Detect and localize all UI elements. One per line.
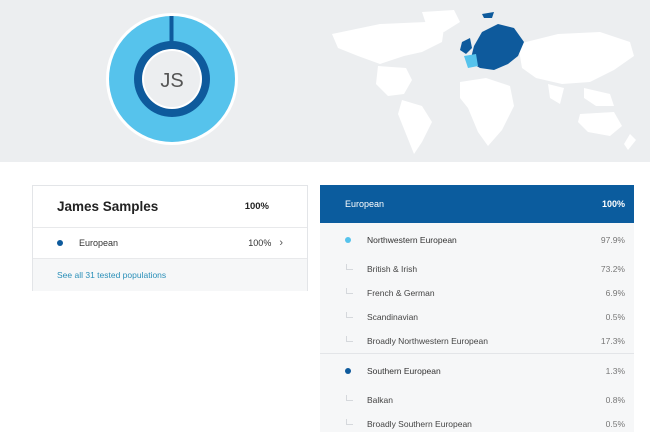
subpopulation-label: Scandinavian xyxy=(345,312,606,322)
profile-name: James Samples xyxy=(57,199,159,214)
subpopulation-label: Balkan xyxy=(345,395,606,405)
world-map xyxy=(332,10,636,154)
population-color-dot xyxy=(345,368,351,374)
population-group-southern: Southern European 1.3% Balkan 0.8% Broad… xyxy=(320,353,634,432)
subpopulation-label: British & Irish xyxy=(345,264,601,274)
subpopulation-percent: 0.5% xyxy=(605,419,625,429)
detail-header-percent: 100% xyxy=(601,199,625,209)
subpopulation-row[interactable]: Broadly Northwestern European 17.3% xyxy=(320,329,634,353)
subpopulation-label: French & German xyxy=(345,288,606,298)
subpopulation-row[interactable]: Scandinavian 0.5% xyxy=(320,305,634,329)
donut-segment-marker xyxy=(169,16,174,44)
subpopulation-percent: 0.8% xyxy=(605,395,625,405)
population-color-dot xyxy=(345,237,351,243)
ancestry-donut-chart: JS xyxy=(106,13,238,145)
ancestry-hero: JS xyxy=(0,0,650,162)
chevron-right-icon: › xyxy=(279,237,283,249)
population-percent: 97.9% xyxy=(600,235,625,245)
population-color-dot xyxy=(57,240,63,246)
population-row[interactable]: Northwestern European 97.9% xyxy=(320,223,634,257)
subpopulation-percent: 0.5% xyxy=(605,312,625,322)
detail-header-label: European xyxy=(345,199,385,209)
profile-total-percent: 100% xyxy=(244,201,269,212)
population-label: Southern European xyxy=(367,366,441,376)
subpopulation-row[interactable]: French & German 6.9% xyxy=(320,281,634,305)
population-group-northwestern: Northwestern European 97.9% British & Ir… xyxy=(320,223,634,353)
population-percent: 1.3% xyxy=(605,366,625,376)
population-label: Northwestern European xyxy=(367,235,457,245)
subpopulation-row[interactable]: British & Irish 73.2% xyxy=(320,257,634,281)
subpopulation-label: Broadly Northwestern European xyxy=(345,336,601,346)
subpopulation-label: Broadly Southern European xyxy=(345,419,606,429)
summary-row-european[interactable]: European 100% › xyxy=(33,228,307,259)
population-percent: 100% xyxy=(248,238,272,248)
ancestry-summary-card: James Samples 100% European 100% › See a… xyxy=(32,185,308,291)
summary-footer: See all 31 tested populations xyxy=(33,259,307,291)
population-label: European xyxy=(79,238,119,248)
subpopulation-row[interactable]: Balkan 0.8% xyxy=(320,388,634,412)
avatar-initials: JS xyxy=(160,70,183,92)
world-map-highlight-west xyxy=(464,54,478,68)
summary-header: James Samples 100% xyxy=(33,186,307,228)
subpopulation-percent: 17.3% xyxy=(600,336,625,346)
see-all-populations-link[interactable]: See all 31 tested populations xyxy=(57,270,166,280)
population-row[interactable]: Southern European 1.3% xyxy=(320,354,634,388)
detail-header[interactable]: European 100% xyxy=(320,185,634,223)
ancestry-detail-panel: European 100% Northwestern European 97.9… xyxy=(320,185,634,432)
subpopulation-percent: 73.2% xyxy=(600,264,625,274)
subpopulation-percent: 6.9% xyxy=(605,288,625,298)
subpopulation-row[interactable]: Broadly Southern European 0.5% xyxy=(320,412,634,432)
